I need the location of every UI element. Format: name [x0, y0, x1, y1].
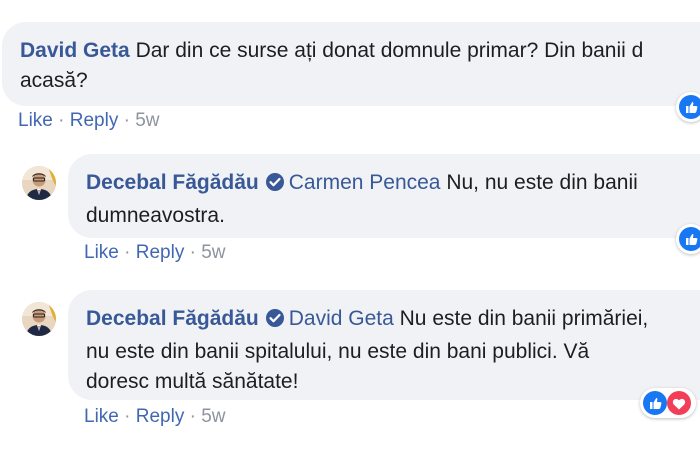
comment-author[interactable]: Decebal Făgădău — [86, 307, 259, 330]
comment-mention[interactable]: David Geta — [289, 307, 394, 330]
timestamp[interactable]: 5w — [201, 242, 225, 263]
timestamp[interactable]: 5w — [135, 110, 159, 131]
timestamp[interactable]: 5w — [201, 406, 225, 427]
reply-link[interactable]: Reply — [70, 110, 119, 131]
reply-link[interactable]: Reply — [136, 406, 185, 427]
comment-text: Nu este din banii primăriei, — [399, 307, 649, 330]
verified-badge-icon — [265, 307, 285, 337]
comment-actions: Like · Reply · 5w — [84, 406, 226, 428]
comment-author[interactable]: David Geta — [20, 39, 130, 62]
comment-bubble: Decebal Făgădău Carmen Pencea Nu, nu este… — [68, 154, 700, 238]
separator: · — [124, 242, 131, 263]
separator: · — [124, 406, 131, 427]
comment-text: Nu, nu este din banii — [446, 171, 638, 194]
like-link[interactable]: Like — [84, 242, 119, 263]
reaction-badge[interactable] — [676, 92, 700, 122]
reaction-badge[interactable] — [640, 388, 696, 418]
comment-text-line-2: dumneavostra. — [86, 204, 225, 227]
comment-bubble: Decebal Făgădău David Geta Nu este din ba… — [68, 290, 700, 400]
comment-author[interactable]: Decebal Făgădău — [86, 171, 259, 194]
verified-badge-icon — [265, 171, 285, 201]
avatar-portrait-icon — [22, 166, 56, 200]
comment-line-1: Decebal Făgădău David Geta Nu este din ba… — [86, 304, 700, 337]
separator: · — [189, 242, 196, 263]
like-icon — [679, 227, 700, 251]
comment-text-line-2: nu este din banii spitalului, nu este di… — [86, 340, 590, 363]
comment-mention[interactable]: Carmen Pencea — [289, 171, 441, 194]
avatar[interactable] — [22, 302, 56, 336]
comment-actions: Like · Reply · 5w — [18, 110, 160, 132]
love-icon — [667, 391, 691, 415]
avatar-portrait-icon — [22, 302, 56, 336]
comment-text-line-3: doresc multă sănătate! — [86, 370, 299, 393]
separator: · — [189, 406, 196, 427]
reaction-badge[interactable] — [676, 224, 700, 254]
like-link[interactable]: Like — [84, 406, 119, 427]
avatar[interactable] — [22, 166, 56, 200]
like-icon — [643, 391, 667, 415]
separator: · — [58, 110, 65, 131]
reply-link[interactable]: Reply — [136, 242, 185, 263]
separator: · — [123, 110, 130, 131]
comment-bubble: David Geta Dar din ce surse ați donat do… — [2, 22, 700, 106]
comment-actions: Like · Reply · 5w — [84, 242, 226, 264]
like-link[interactable]: Like — [18, 110, 53, 131]
comment-line-1: Decebal Făgădău Carmen Pencea Nu, nu este… — [86, 168, 700, 201]
like-icon — [679, 95, 700, 119]
comment-text-line-2: acasă? — [20, 69, 88, 92]
comment-text: Dar din ce surse ați donat domnule prima… — [135, 39, 644, 62]
comment-line-1: David Geta Dar din ce surse ați donat do… — [20, 36, 700, 66]
